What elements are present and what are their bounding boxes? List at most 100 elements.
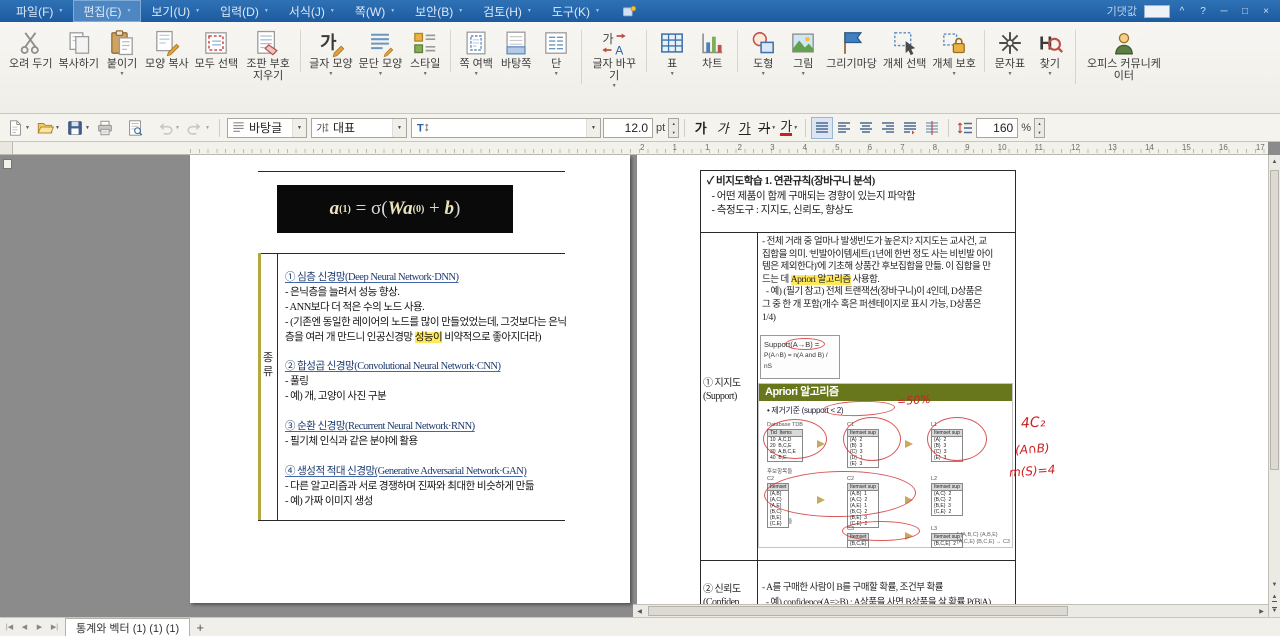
align-right-button[interactable] xyxy=(877,117,899,139)
horizontal-ruler[interactable]: 2 1 1 2 3 4 5 6 7 8 9 10 11 12 13 14 15 16 17 xyxy=(0,142,1268,155)
drawing-gallery-button[interactable]: 그리기마당 xyxy=(823,27,880,80)
menu-format[interactable]: 서식(J) xyxy=(279,0,345,22)
ribbon-collapse-button[interactable]: ^ xyxy=(1173,3,1191,19)
redo-button[interactable]: ▼ xyxy=(184,116,214,140)
spinner-up-icon[interactable]: ▲ xyxy=(669,119,678,128)
first-tab-button[interactable]: |◀ xyxy=(2,619,17,635)
menu-page[interactable]: 쪽(W) xyxy=(345,0,405,22)
text-line[interactable]: 그 중 한 개 포함(개수 혹은 퍼센테이지로 표시 가능, D상품은 xyxy=(762,299,1012,312)
copy-button[interactable]: 복사하기 xyxy=(56,27,102,80)
picture-button[interactable]: 그림 ▼ xyxy=(783,27,823,80)
italic-button[interactable]: 가 xyxy=(712,117,734,139)
menu-view[interactable]: 보기(U) xyxy=(141,0,210,22)
spinner-up-icon[interactable]: ▲ xyxy=(1035,119,1044,128)
find-button[interactable]: H 찾기 ▼ xyxy=(1030,27,1070,80)
text-line[interactable]: - 예) (필기 참고) 전체 트랜잭션(장바구니)이 4인데, D상품은 xyxy=(762,286,1012,299)
font-size-input[interactable]: 12.0 xyxy=(603,117,653,138)
menu-edit[interactable]: 편집(E) xyxy=(73,0,142,22)
text-line[interactable] xyxy=(285,346,563,361)
text-line[interactable] xyxy=(285,450,563,465)
text-line[interactable]: 1/4) xyxy=(762,312,1012,325)
horizontal-scrollbar[interactable]: ◀ ▶ xyxy=(633,604,1268,617)
preview-button[interactable] xyxy=(124,116,154,140)
print-button[interactable] xyxy=(94,116,124,140)
vertical-scrollbar[interactable]: ▲ ▼ ▲ ▼ xyxy=(1268,155,1280,617)
text-line[interactable]: ② 합성곱 신경망(Convolutional Neural Network·C… xyxy=(285,360,563,375)
vertical-scroll-track[interactable] xyxy=(1269,168,1280,578)
align-divide-button[interactable] xyxy=(921,117,943,139)
text-line[interactable]: - (기존엔 동일한 레이어의 노드를 많이 만들었었는데, 그것보다는 은닉 xyxy=(285,316,567,331)
master-page-button[interactable]: 바탕쪽 xyxy=(496,27,536,80)
text-line[interactable]: 템은 제외한다)'에 기초해 상품간 후보집합을 만듦. 이 집합을 만 xyxy=(762,261,1012,274)
table-button[interactable]: 표 ▼ xyxy=(646,27,692,80)
text-line[interactable]: - 전체 거래 중 얼마나 발생빈도가 높은지? 지지도는 교사건, 교 xyxy=(762,236,1012,249)
maximize-button[interactable]: □ xyxy=(1236,3,1254,19)
page-margin-button[interactable]: 쪽 여백 ▼ xyxy=(450,27,496,80)
document-page-2[interactable]: ✓ 비지도학습 1. 연관규칙(장바구니 분석) - 어떤 제품이 함께 구매되… xyxy=(637,155,1268,617)
text-line[interactable]: ④ 생성적 적대 신경망(Generative Adversarial Netw… xyxy=(285,465,563,480)
select-all-button[interactable]: 모두 선택 xyxy=(192,27,242,80)
spinner-down-icon[interactable]: ▼ xyxy=(1035,128,1044,137)
scroll-left-button[interactable]: ◀ xyxy=(633,605,646,617)
text-line[interactable]: - 다른 알고리즘과 서로 경쟁하며 진짜와 최대한 비슷하게 만듦 xyxy=(285,480,563,495)
help-button[interactable]: ? xyxy=(1194,3,1212,19)
menu-review[interactable]: 검토(H) xyxy=(473,0,542,22)
line-spacing-stepper[interactable]: ▲ ▼ xyxy=(1033,117,1045,138)
support-formula-image[interactable]: Support(A→B) = P(A∩B) = n(A and B) / nS xyxy=(760,335,840,379)
para-shape-button[interactable]: 문단 모양 ▼ xyxy=(356,27,406,80)
text-line[interactable]: - A를 구매한 사람이 B를 구매할 확률, 조건부 확률 xyxy=(762,581,1012,596)
cut-button[interactable]: 오려 두기 xyxy=(6,27,56,80)
addon-button[interactable] xyxy=(620,0,638,22)
text-line[interactable]: - 예) 가짜 이미지 생성 xyxy=(285,495,563,510)
prev-page-button[interactable]: ▲ xyxy=(1269,591,1280,604)
chart-button[interactable]: 차트 xyxy=(692,27,732,80)
minimize-button[interactable]: ─ xyxy=(1215,3,1233,19)
font-color-button[interactable]: 가 ▼ xyxy=(778,117,800,139)
scroll-right-button[interactable]: ▶ xyxy=(1255,605,1268,617)
paragraph-style-combo[interactable]: 바탕글 ▼ xyxy=(227,117,307,138)
underline-button[interactable]: 가 xyxy=(734,117,756,139)
horizontal-scroll-track[interactable] xyxy=(646,605,1255,617)
office-communicator-button[interactable]: 오피스 커뮤니케이터 xyxy=(1074,27,1167,92)
font-name-combo[interactable]: T ▼ xyxy=(411,117,601,138)
next-tab-button[interactable]: ▶ xyxy=(32,619,47,635)
apriori-slide-image[interactable]: Apriori 알고리즘 • 제거기준 (support < 2) 후보항목들 … xyxy=(758,383,1013,548)
formula-image[interactable]: a (1) = σ(Wa (0) + b) xyxy=(277,185,513,233)
text-line[interactable]: 층을 여러 개 만드니 인공신경망 성능이 비약적으로 좋아지더라) xyxy=(285,331,563,346)
text-line[interactable]: - 은닉층을 늘려서 성능 향상. xyxy=(285,286,563,301)
quick-search-input[interactable] xyxy=(1144,4,1170,18)
text-line[interactable]: 드는 데 Apriori 알고리즘 사용함. xyxy=(762,274,1012,287)
support-row-label[interactable]: ① 지지도 (Support) xyxy=(703,377,756,403)
text-line[interactable]: - 필기체 인식과 같은 분야에 활용 xyxy=(285,435,563,450)
align-left-button[interactable] xyxy=(833,117,855,139)
text-line[interactable] xyxy=(285,405,563,420)
style-button[interactable]: 스타일 ▼ xyxy=(405,27,445,80)
object-select-button[interactable]: 개체 선택 xyxy=(880,27,930,80)
font-type-combo[interactable]: 가 대표 ▼ xyxy=(311,117,407,138)
save-button[interactable]: ▼ xyxy=(64,116,94,140)
menu-security[interactable]: 보안(B) xyxy=(405,0,473,22)
format-copy-button[interactable]: 모양 복사 xyxy=(142,27,192,80)
char-shape-button[interactable]: 가 글자 모양 ▼ xyxy=(300,27,356,80)
columns-button[interactable]: 단 ▼ xyxy=(536,27,576,80)
document-tab[interactable]: 통계와 벡터 (1) (1) (1) xyxy=(65,618,191,636)
line-spacing-input[interactable]: 160 xyxy=(976,117,1019,138)
text-line[interactable]: - ANN보다 더 적은 수의 노드 사용. xyxy=(285,301,563,316)
menu-tools[interactable]: 도구(K) xyxy=(542,0,610,22)
spinner-down-icon[interactable]: ▼ xyxy=(669,128,678,137)
horizontal-scroll-thumb[interactable] xyxy=(648,606,1068,616)
document-page-1[interactable]: a (1) = σ(Wa (0) + b) 종류 ① 심층 신경망(Deep Neu… xyxy=(190,155,630,603)
chevron-down-icon[interactable]: ▼ xyxy=(292,118,306,137)
add-tab-button[interactable]: + xyxy=(190,619,210,635)
new-doc-button[interactable]: ▼ xyxy=(4,116,34,140)
align-center-button[interactable] xyxy=(855,117,877,139)
undo-button[interactable]: ▼ xyxy=(154,116,184,140)
close-button[interactable]: × xyxy=(1257,3,1275,19)
scroll-up-button[interactable]: ▲ xyxy=(1269,155,1280,168)
text-line[interactable]: ③ 순환 신경망(Recurrent Neural Network·RNN) xyxy=(285,420,563,435)
menu-file[interactable]: 파일(F) xyxy=(6,0,73,22)
text-line[interactable]: 집합을 의미. '빈발아이템세트(1년에 한번 정도 사는 비빈발 아이 xyxy=(762,249,1012,262)
erase-marks-button[interactable]: 조판 부호 지우기 xyxy=(241,27,295,92)
vertical-scroll-thumb[interactable] xyxy=(1270,170,1279,470)
chevron-down-icon[interactable]: ▼ xyxy=(392,118,406,137)
